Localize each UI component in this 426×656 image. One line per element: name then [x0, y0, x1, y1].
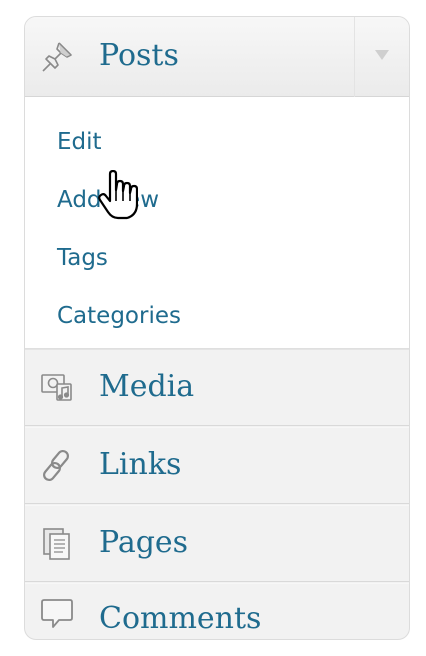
posts-submenu: Edit Add New Tags Categories	[25, 97, 409, 349]
media-icon	[39, 370, 75, 406]
pushpin-icon	[39, 39, 75, 75]
menu-item-posts[interactable]: Posts	[25, 17, 409, 97]
chain-link-icon	[39, 448, 75, 484]
menu-item-pages[interactable]: Pages	[25, 505, 409, 582]
admin-sidebar-menu: Posts Edit Add New Tags Categories Media…	[24, 16, 410, 640]
submenu-item-add-new[interactable]: Add New	[57, 189, 159, 212]
posts-submenu-toggle[interactable]	[354, 17, 409, 97]
menu-item-posts-label: Posts	[99, 38, 179, 73]
menu-item-links-label: Links	[99, 447, 182, 482]
submenu-item-categories[interactable]: Categories	[57, 305, 181, 328]
menu-item-links[interactable]: Links	[25, 427, 409, 504]
speech-bubble-icon	[39, 596, 75, 632]
menu-item-media-label: Media	[99, 369, 195, 404]
menu-item-comments-label: Comments	[99, 601, 262, 636]
pages-icon	[39, 526, 75, 562]
menu-item-comments[interactable]: Comments	[25, 583, 409, 639]
menu-item-media[interactable]: Media	[25, 349, 409, 426]
submenu-item-tags[interactable]: Tags	[57, 247, 108, 270]
menu-item-pages-label: Pages	[99, 525, 189, 560]
submenu-item-edit[interactable]: Edit	[57, 131, 102, 154]
triangle-down-icon	[374, 48, 390, 66]
